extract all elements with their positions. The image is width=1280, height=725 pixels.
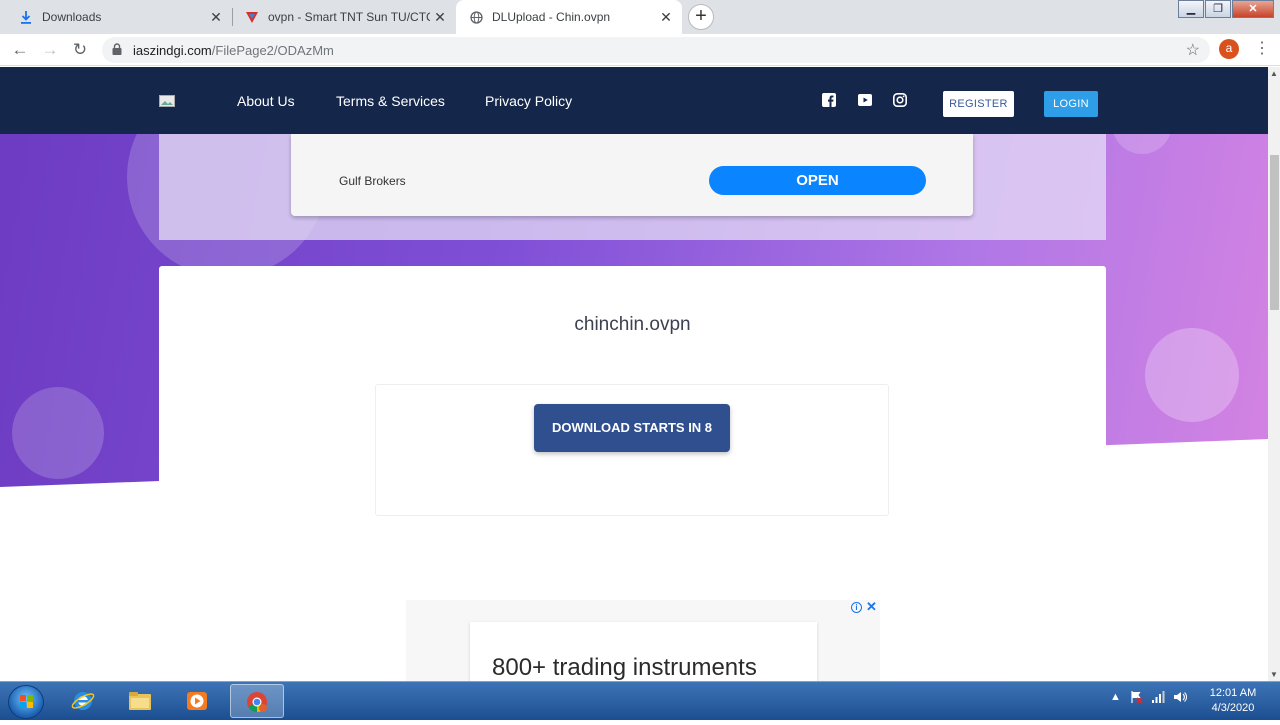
download-box: DOWNLOAD STARTS IN 8 bbox=[375, 384, 889, 516]
ad-close-icon[interactable]: ✕ bbox=[866, 599, 877, 615]
tab-label: Downloads bbox=[42, 10, 102, 24]
taskbar-chrome[interactable] bbox=[230, 684, 284, 718]
decor-circle bbox=[12, 387, 104, 479]
tab-ovpn[interactable]: ovpn - Smart TNT Sun TU/CTC/G ✕ bbox=[232, 0, 456, 34]
folder-icon bbox=[129, 692, 151, 710]
nav-terms[interactable]: Terms & Services bbox=[336, 93, 445, 109]
ad-info-icon[interactable]: i bbox=[851, 602, 862, 613]
nav-privacy[interactable]: Privacy Policy bbox=[485, 93, 572, 109]
bookmark-star-icon[interactable]: ☆ bbox=[1186, 40, 1200, 60]
windows-taskbar: ▲ 12:01 AM 4/3/2020 bbox=[0, 681, 1280, 720]
reload-icon[interactable]: ↻ bbox=[68, 38, 92, 62]
scrollbar-thumb[interactable] bbox=[1270, 155, 1279, 310]
window-controls: ▁ ❐ ✕ bbox=[1177, 0, 1274, 18]
network-signal-icon[interactable] bbox=[1151, 691, 1165, 703]
decor-circle bbox=[1145, 328, 1239, 422]
bottom-ad[interactable]: i ✕ 800+ trading instruments bbox=[406, 599, 880, 681]
download-button[interactable]: DOWNLOAD STARTS IN 8 bbox=[534, 404, 730, 452]
broken-logo-icon[interactable] bbox=[159, 95, 175, 107]
taskbar-internet-explorer[interactable] bbox=[57, 684, 111, 718]
lock-icon bbox=[112, 43, 122, 55]
address-bar[interactable]: iaszindgi.com/FilePage2/ODAzMm ☆ bbox=[102, 37, 1210, 63]
top-ad-card[interactable]: Gulf Brokers OPEN bbox=[291, 134, 973, 216]
browser-toolbar: ← → ↻ iaszindgi.com/FilePage2/ODAzMm ☆ a… bbox=[0, 34, 1280, 66]
system-tray: ▲ bbox=[1110, 690, 1187, 704]
ad-open-button[interactable]: OPEN bbox=[709, 166, 926, 195]
instagram-icon[interactable] bbox=[893, 93, 907, 107]
ad-headline: 800+ trading instruments bbox=[492, 654, 757, 681]
windows-logo-icon bbox=[20, 695, 33, 708]
tab-close-icon[interactable]: ✕ bbox=[656, 9, 676, 26]
new-tab-button[interactable]: + bbox=[688, 4, 714, 30]
profile-avatar[interactable]: a bbox=[1219, 39, 1239, 59]
minimize-button[interactable]: ▁ bbox=[1178, 0, 1204, 18]
vertical-scrollbar[interactable]: ▲ ▼ bbox=[1268, 67, 1280, 681]
browser-tab-strip: Downloads ✕ ovpn - Smart TNT Sun TU/CTC/… bbox=[0, 0, 1280, 34]
nav-about-us[interactable]: About Us bbox=[237, 93, 295, 109]
file-name: chinchin.ovpn bbox=[574, 314, 691, 335]
close-window-button[interactable]: ✕ bbox=[1232, 0, 1274, 18]
taskbar-media-player[interactable] bbox=[171, 684, 225, 718]
tab-label: ovpn - Smart TNT Sun TU/CTC/G bbox=[268, 10, 430, 24]
login-button[interactable]: LOGIN bbox=[1044, 91, 1098, 117]
volume-icon[interactable] bbox=[1173, 691, 1187, 703]
action-center-flag-icon[interactable] bbox=[1129, 690, 1143, 704]
url-text: iaszindgi.com/FilePage2/ODAzMm bbox=[133, 43, 334, 58]
taskbar-clock[interactable]: 12:01 AM 4/3/2020 bbox=[1200, 686, 1266, 716]
facebook-icon[interactable] bbox=[822, 93, 836, 107]
site-navbar: About Us Terms & Services Privacy Policy… bbox=[0, 67, 1268, 134]
globe-icon bbox=[468, 9, 484, 25]
menu-kebab-icon[interactable]: ⋮ bbox=[1254, 38, 1270, 60]
forward-arrow-icon[interactable]: → bbox=[38, 38, 62, 62]
ad-content[interactable]: 800+ trading instruments bbox=[470, 622, 817, 681]
maximize-button[interactable]: ❐ bbox=[1205, 0, 1231, 18]
ad-brand-name: Gulf Brokers bbox=[339, 174, 406, 188]
url-path: /FilePage2/ODAzMm bbox=[211, 43, 334, 58]
download-icon bbox=[18, 9, 34, 25]
start-button[interactable] bbox=[8, 685, 44, 719]
internet-explorer-icon bbox=[71, 692, 95, 710]
youtube-icon[interactable] bbox=[858, 93, 872, 107]
tab-downloads[interactable]: Downloads ✕ bbox=[6, 0, 232, 34]
tab-dlupload[interactable]: DLUpload - Chin.ovpn ✕ bbox=[456, 0, 682, 34]
show-hidden-icons-icon[interactable]: ▲ bbox=[1110, 691, 1121, 703]
tab-close-icon[interactable]: ✕ bbox=[206, 9, 226, 26]
tab-close-icon[interactable]: ✕ bbox=[430, 9, 450, 26]
scroll-down-arrow-icon[interactable]: ▼ bbox=[1270, 670, 1278, 679]
url-host: iaszindgi.com bbox=[133, 43, 212, 58]
back-arrow-icon[interactable]: ← bbox=[8, 38, 32, 62]
clock-date: 4/3/2020 bbox=[1211, 702, 1255, 714]
page-viewport: Gulf Brokers OPEN chinchin.ovpn DOWNLOAD… bbox=[0, 67, 1268, 681]
site-favicon-icon bbox=[244, 9, 260, 25]
taskbar-file-explorer[interactable] bbox=[114, 684, 168, 718]
tab-label: DLUpload - Chin.ovpn bbox=[492, 10, 611, 24]
media-player-icon bbox=[187, 692, 207, 710]
register-button[interactable]: REGISTER bbox=[943, 91, 1014, 117]
clock-time: 12:01 AM bbox=[1209, 687, 1257, 699]
chrome-icon bbox=[247, 692, 267, 713]
scroll-up-arrow-icon[interactable]: ▲ bbox=[1270, 69, 1278, 78]
